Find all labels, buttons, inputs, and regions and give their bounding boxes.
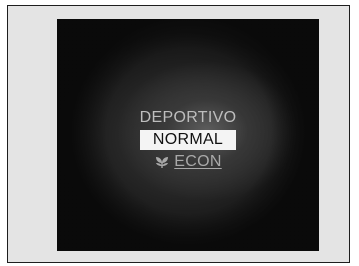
- mode-item-normal[interactable]: NORMAL: [140, 130, 236, 150]
- leaf-icon: [156, 157, 169, 168]
- mode-item-econ-label: ECON: [174, 153, 222, 170]
- illustration-frame: DEPORTIVO NORMAL ECON: [7, 5, 350, 263]
- display-screen: DEPORTIVO NORMAL ECON: [57, 19, 319, 251]
- drive-mode-menu: DEPORTIVO NORMAL ECON: [57, 108, 319, 172]
- mode-item-econ[interactable]: ECON: [57, 152, 319, 172]
- mode-item-deportivo[interactable]: DEPORTIVO: [57, 108, 319, 128]
